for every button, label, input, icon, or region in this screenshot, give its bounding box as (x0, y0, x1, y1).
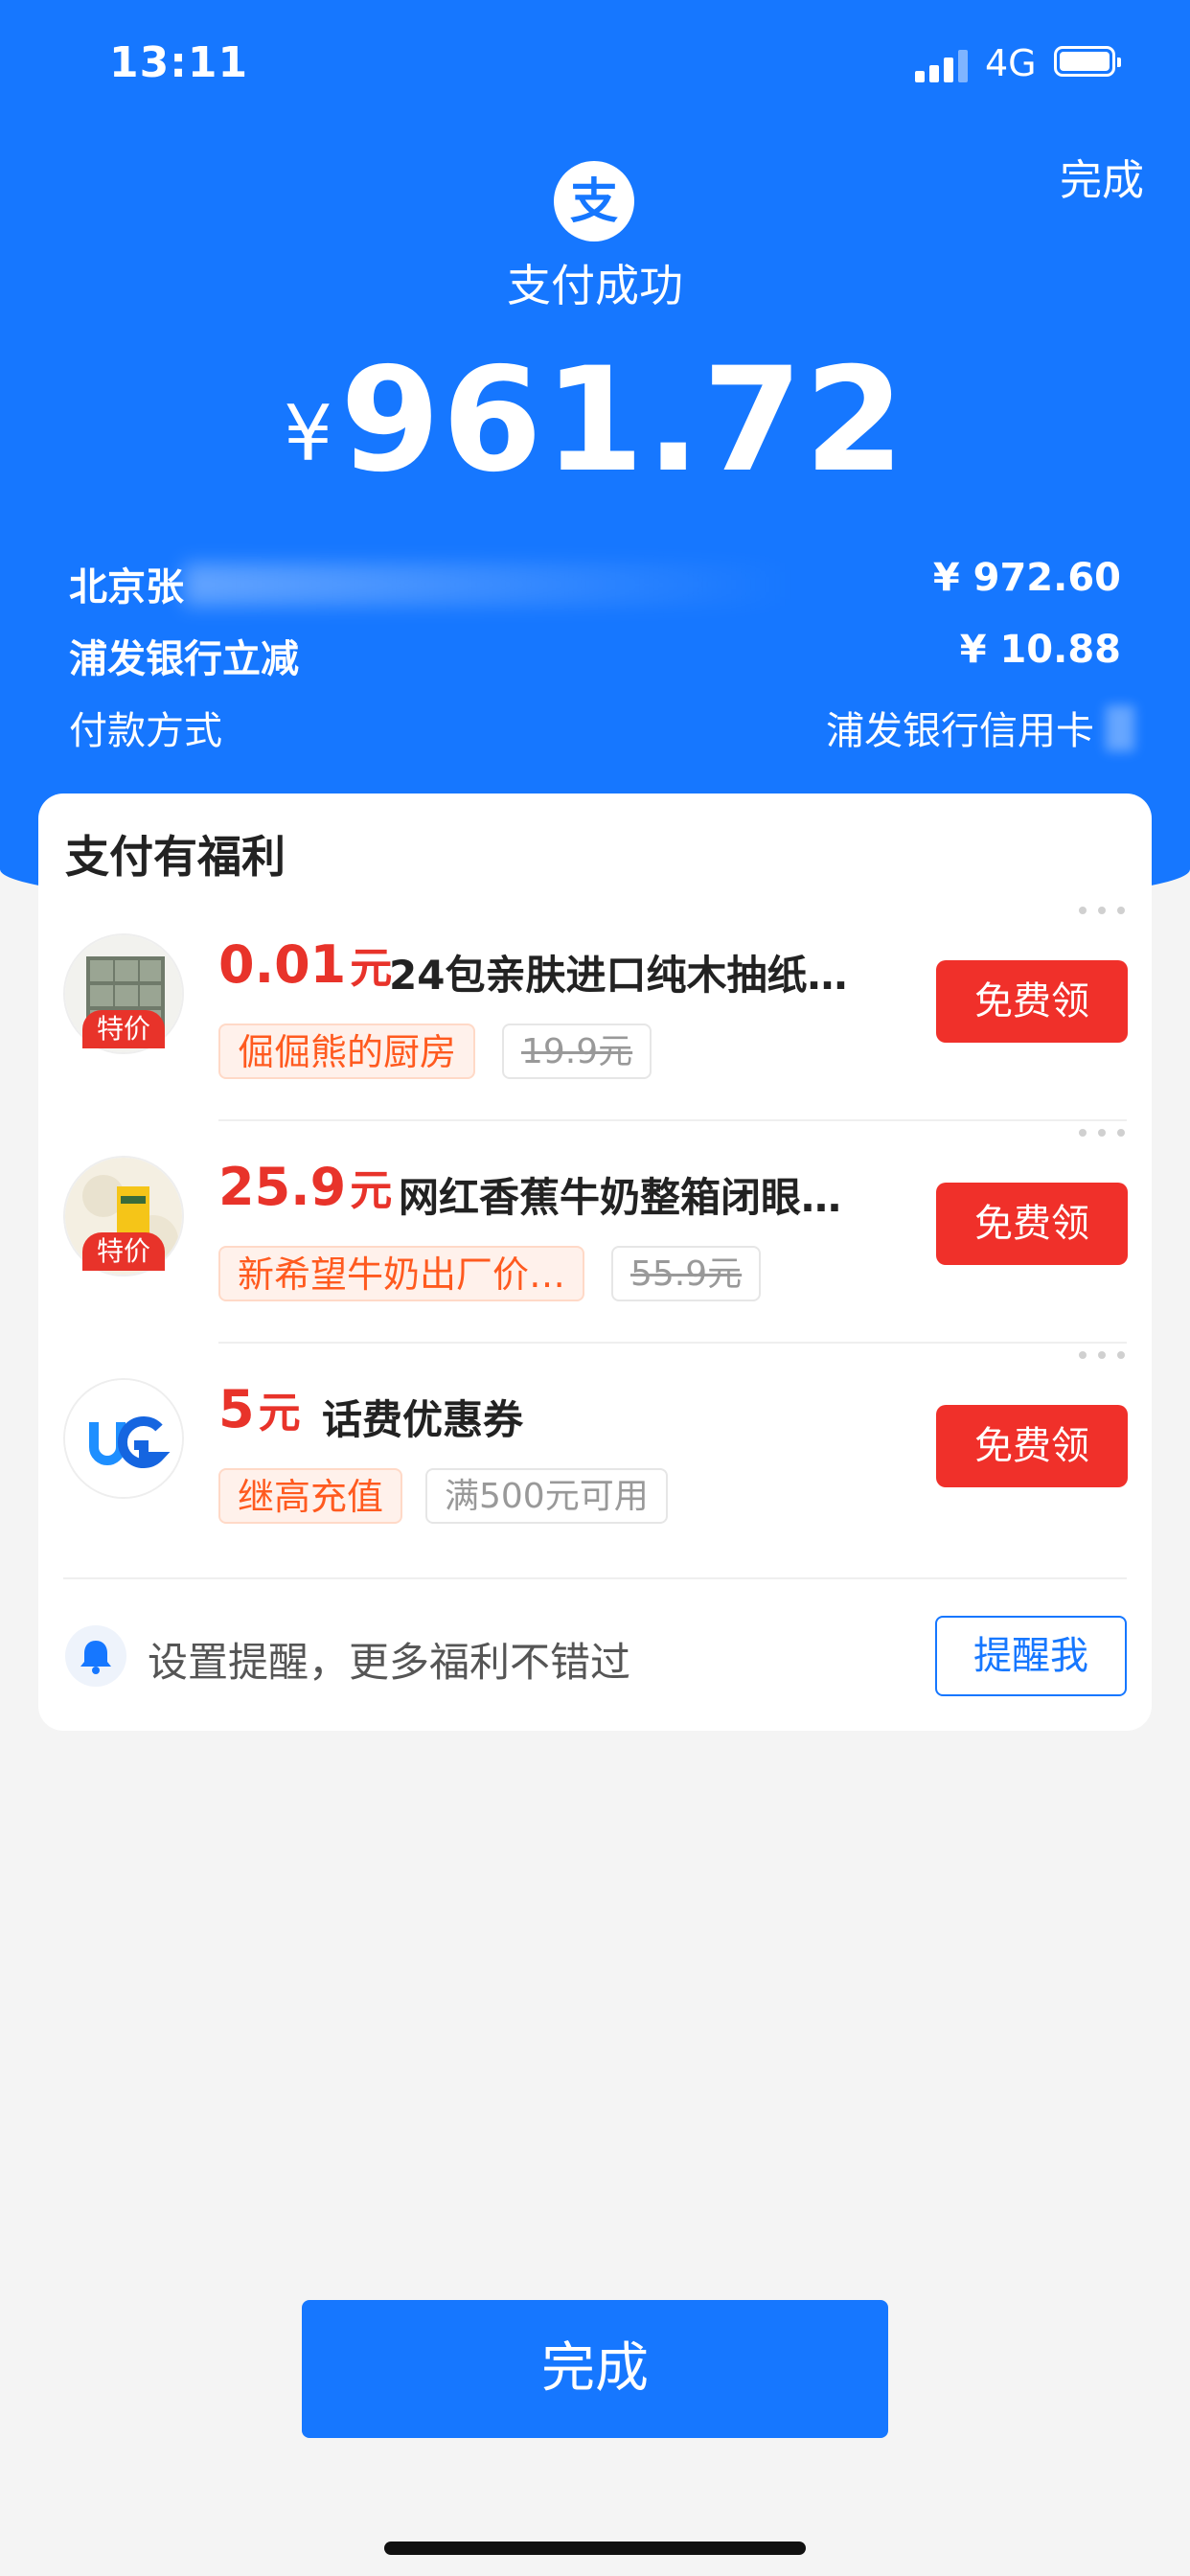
detail-row-discount: 浦发银行立减 ¥ 10.88 (69, 628, 1121, 685)
shop-tag: 继高充值 (218, 1468, 403, 1524)
original-amount: ¥ 972.60 (932, 556, 1121, 600)
redacted-blur (184, 564, 797, 606)
benefits-title: 支付有福利 (65, 831, 286, 883)
original-price-tag: 19.9元 (502, 1024, 652, 1079)
done-button[interactable]: 完成 (302, 2300, 888, 2438)
status-bar: 13:11 4G (0, 0, 1190, 129)
alipay-logo-icon: 支 (554, 161, 634, 242)
usage-condition-tag: 满500元可用 (425, 1468, 668, 1524)
bell-icon (65, 1625, 126, 1687)
discount-label: 浦发银行立减 (69, 637, 299, 681)
merchant-name: 北京张 (69, 565, 184, 610)
payment-method-label: 付款方式 (69, 709, 222, 753)
claim-free-button[interactable]: 免费领 (936, 960, 1128, 1043)
currency-symbol: ¥ (284, 389, 333, 478)
benefit-item[interactable]: 特价 25.9元 网红香蕉牛奶整箱闭眼… 新希望牛奶出厂价… 55.9元 免费领 (38, 1121, 1152, 1344)
benefit-item[interactable]: 特价 0.01元 24包亲肤进口纯木抽纸… 倔倔熊的厨房 19.9元 免费领 (38, 899, 1152, 1121)
shop-tag: 新希望牛奶出厂价… (218, 1246, 585, 1301)
more-options-icon[interactable] (1079, 1129, 1127, 1138)
battery-icon (1054, 46, 1121, 77)
discount-value: ¥ 10.88 (959, 628, 1121, 672)
more-options-icon[interactable] (1079, 1351, 1127, 1361)
benefit-item[interactable]: 5元 话费优惠券 继高充值 满500元可用 免费领 (38, 1344, 1152, 1566)
done-link[interactable]: 完成 (1060, 146, 1144, 207)
more-options-icon[interactable] (1079, 907, 1127, 916)
merchant-logo (63, 1378, 184, 1499)
amount-value: 961.72 (340, 337, 906, 504)
row-divider (63, 1577, 1127, 1579)
product-name: 话费优惠券 (322, 1396, 524, 1443)
home-indicator (384, 2542, 806, 2555)
deal-price: 5元 (218, 1379, 301, 1439)
detail-row-merchant: 北京张 ¥ 972.60 (69, 556, 1121, 613)
payment-amount: ¥961.72 (0, 337, 1190, 504)
status-time: 13:11 (109, 38, 249, 87)
shop-tag: 倔倔熊的厨房 (218, 1024, 476, 1079)
reminder-text: 设置提醒，更多福利不错过 (148, 1639, 631, 1686)
reminder-row: 设置提醒，更多福利不错过 提醒我 (38, 1577, 1152, 1696)
payment-method-value: 浦发银行信用卡 (826, 709, 1094, 753)
product-name: 24包亲肤进口纯木抽纸… (389, 952, 848, 999)
redacted-blur (1106, 705, 1134, 751)
payment-status-title: 支付成功 (507, 260, 683, 311)
remind-me-button[interactable]: 提醒我 (935, 1616, 1127, 1696)
claim-free-button[interactable]: 免费领 (936, 1183, 1128, 1265)
original-price-tag: 55.9元 (611, 1246, 762, 1301)
deal-price: 25.9元 (218, 1157, 393, 1217)
special-price-badge: 特价 (82, 1010, 165, 1048)
network-type: 4G (985, 42, 1037, 84)
cellular-signal-icon (915, 50, 969, 82)
benefits-card: 支付有福利 特价 0.01元 24包亲肤进口纯木抽纸… 倔倔熊的厨房 19.9元… (38, 794, 1152, 1731)
detail-row-payment-method: 付款方式 浦发银行信用卡 (69, 700, 1134, 757)
product-name: 网红香蕉牛奶整箱闭眼… (399, 1174, 842, 1221)
claim-free-button[interactable]: 免费领 (936, 1405, 1128, 1487)
special-price-badge: 特价 (82, 1232, 165, 1271)
deal-price: 0.01元 (218, 934, 393, 995)
